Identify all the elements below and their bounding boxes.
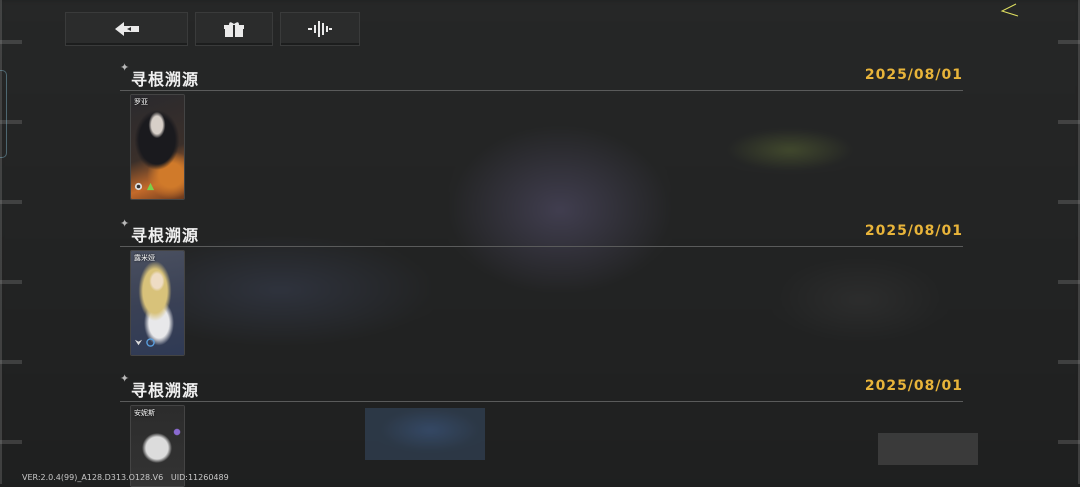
mail-entry[interactable]: ✦ 寻根溯源 2025/08/01 安妮斯 — [120, 373, 963, 487]
entry-title: 寻根溯源 — [131, 70, 200, 89]
right-ornament-frame — [1058, 0, 1080, 484]
background-panel — [878, 433, 978, 465]
character-card[interactable]: 露米娅 — [130, 250, 185, 356]
gift-icon — [224, 22, 244, 37]
character-name: 罗亚 — [134, 98, 148, 106]
back-button[interactable] — [65, 12, 188, 46]
element-icon — [146, 338, 155, 347]
back-arrow-icon — [114, 22, 139, 36]
entry-title: 寻根溯源 — [131, 226, 200, 245]
card-icons — [134, 182, 155, 191]
mail-entry[interactable]: ✦ 寻根溯源 2025/08/01 罗亚 — [120, 62, 963, 200]
uid-text: UID:11260489 — [170, 473, 229, 482]
character-name: 安妮斯 — [134, 409, 155, 417]
character-name: 露米娅 — [134, 254, 155, 262]
corner-ornament-icon — [1000, 3, 1019, 17]
left-ornament-frame — [0, 0, 22, 484]
card-icons — [134, 338, 155, 347]
faction-icon — [134, 339, 143, 346]
element-icon — [146, 182, 155, 191]
version-footer: VER:2.0.4(99)_A128.D313.O128.V6 UID:1126… — [22, 473, 229, 482]
entry-header: ✦ 寻根溯源 2025/08/01 — [120, 218, 963, 247]
gift-button[interactable] — [195, 12, 273, 46]
entry-date: 2025/08/01 — [864, 223, 963, 239]
entry-header: ✦ 寻根溯源 2025/08/01 — [120, 373, 963, 402]
entry-title: 寻根溯源 — [131, 381, 200, 400]
side-tab[interactable] — [0, 70, 7, 158]
audio-button[interactable] — [280, 12, 360, 46]
character-card[interactable]: 罗亚 — [130, 94, 185, 200]
entry-date: 2025/08/01 — [864, 67, 963, 83]
version-text: VER:2.0.4(99)_A128.D313.O128.V6 — [22, 473, 164, 482]
background-panel — [365, 408, 485, 460]
audio-wave-icon — [308, 21, 332, 37]
faction-icon — [134, 182, 143, 191]
top-toolbar — [65, 12, 360, 46]
entry-header: ✦ 寻根溯源 2025/08/01 — [120, 62, 963, 91]
mail-entry[interactable]: ✦ 寻根溯源 2025/08/01 露米娅 — [120, 218, 963, 356]
entry-date: 2025/08/01 — [864, 378, 963, 394]
